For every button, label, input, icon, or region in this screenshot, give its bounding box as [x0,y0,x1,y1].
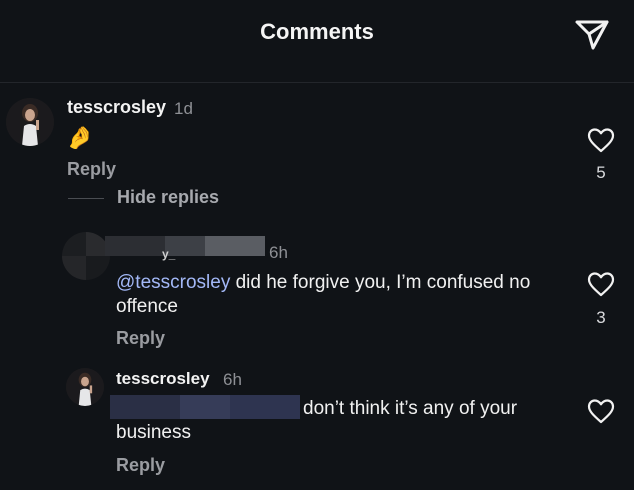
page-title: Comments [260,19,374,44]
profile-photo [6,98,54,146]
avatar[interactable] [6,98,54,146]
paper-plane-icon[interactable] [572,15,612,53]
reply-button[interactable]: Reply [116,455,165,476]
like-count: 3 [596,308,606,327]
mention-link[interactable]: @tesscrosley [116,272,230,293]
comments-screen: Comments tesscrosley 1d 🤌 Reply 5 Hide r… [0,0,634,490]
pixelated-avatar [62,232,110,280]
reply-button[interactable]: Reply [116,328,165,349]
reply-time: 6h [223,370,242,389]
heart-icon[interactable] [587,271,615,297]
like-count: 5 [596,163,606,182]
comment-emoji: 🤌 [66,125,94,150]
redacted-username [105,236,265,256]
heart-icon[interactable] [587,127,615,153]
comment-time: 1d [174,99,193,118]
username-visible-suffix: y_ [162,247,176,261]
reply-username[interactable]: tesscrosley [116,369,210,389]
avatar-redacted[interactable] [62,232,110,280]
reply-button[interactable]: Reply [67,159,116,180]
comment-username[interactable]: tesscrosley [67,97,166,118]
reply-body: don’t think it’s any of your business [116,398,518,443]
reply-time: 6h [269,243,288,262]
hide-replies-button[interactable]: Hide replies [117,187,219,208]
heart-icon[interactable] [587,398,615,424]
divider-line [68,198,104,199]
avatar[interactable] [66,368,104,406]
header: Comments [0,0,634,83]
profile-photo [66,368,104,406]
reply-text: @tesscrosley did he forgive you, I’m con… [116,271,536,319]
